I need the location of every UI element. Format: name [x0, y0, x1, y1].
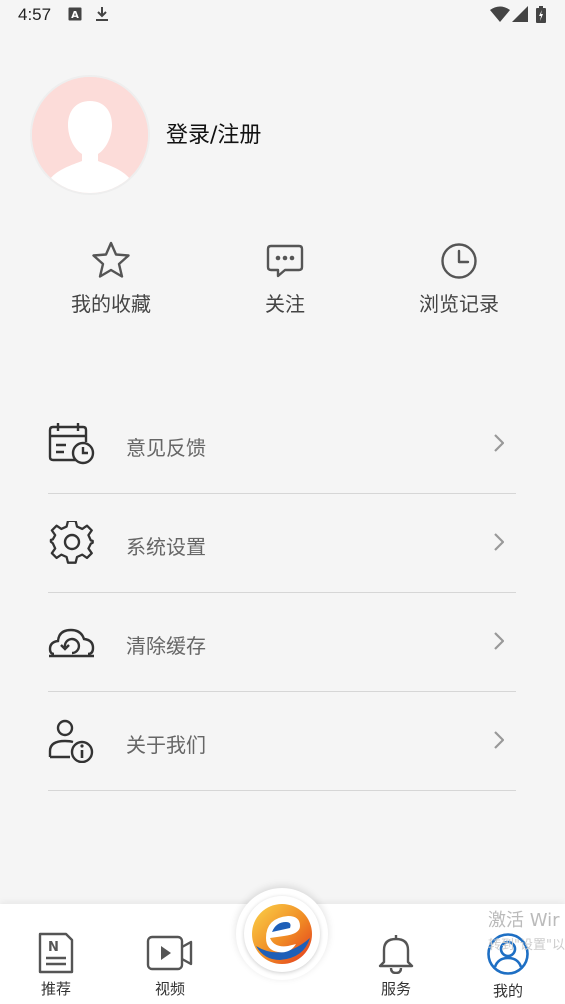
- svg-text:A: A: [71, 10, 79, 21]
- chevron-right-icon: [494, 434, 505, 456]
- tab-service[interactable]: 服务: [356, 932, 436, 999]
- menu-item-label: 清除缓存: [126, 634, 206, 658]
- center-logo: [244, 896, 320, 972]
- battery-icon: [536, 6, 546, 27]
- center-home-button[interactable]: [236, 888, 328, 980]
- chat-bubble-icon: [266, 244, 304, 278]
- text-a-icon: A: [68, 6, 82, 25]
- signal-icon: [512, 6, 528, 26]
- bottom-tab-bar: N 推荐 视频 服务 我的: [0, 888, 565, 1004]
- menu-item-clear-cache[interactable]: 清除缓存: [48, 593, 516, 692]
- tab-label: 推荐: [40, 980, 71, 998]
- favorites-button[interactable]: 我的收藏: [41, 240, 181, 317]
- menu-item-label: 意见反馈: [126, 436, 206, 460]
- video-icon: [146, 935, 193, 971]
- news-icon: N: [38, 932, 74, 974]
- wifi-icon: [490, 6, 510, 26]
- menu-item-about-us[interactable]: 关于我们: [48, 692, 516, 791]
- quick-actions: 我的收藏 关注 浏览记录: [0, 240, 565, 330]
- tab-label: 服务: [380, 980, 411, 998]
- clock-icon: [441, 243, 477, 279]
- activation-watermark: 激活 Wir: [488, 910, 560, 931]
- status-time: 4:57: [18, 5, 52, 24]
- history-button[interactable]: 浏览记录: [389, 240, 529, 317]
- status-bar: 4:57 A: [0, 0, 565, 32]
- chevron-right-icon: [494, 533, 505, 555]
- user-silhouette-icon: [32, 77, 148, 193]
- user-info-icon: [48, 719, 96, 764]
- menu-item-system-settings[interactable]: 系统设置: [48, 494, 516, 593]
- favorites-label: 我的收藏: [71, 292, 151, 316]
- settings-menu: 意见反馈 系统设置 清除缓存 关于我们: [48, 395, 516, 791]
- follow-label: 关注: [265, 292, 305, 316]
- star-icon: [92, 241, 130, 278]
- menu-item-label: 系统设置: [126, 535, 206, 559]
- follow-button[interactable]: 关注: [215, 240, 355, 317]
- cloud-refresh-icon: [48, 620, 96, 664]
- bell-icon: [378, 935, 414, 974]
- gear-icon: [48, 519, 96, 565]
- app-logo-icon: [252, 904, 312, 964]
- tab-video[interactable]: 视频: [130, 932, 210, 999]
- menu-item-feedback[interactable]: 意见反馈: [48, 395, 516, 494]
- profile-header: 登录/注册: [30, 75, 530, 195]
- tab-label: 视频: [154, 980, 185, 998]
- calendar-clock-icon: [48, 422, 96, 466]
- history-label: 浏览记录: [419, 292, 499, 316]
- activation-watermark-sub: 转到"设置"以: [488, 938, 565, 953]
- chevron-right-icon: [494, 731, 505, 753]
- tab-label: 我的: [492, 982, 523, 1000]
- avatar[interactable]: [30, 75, 150, 195]
- chevron-right-icon: [494, 632, 505, 654]
- menu-item-label: 关于我们: [126, 733, 206, 757]
- tab-recommend[interactable]: N 推荐: [16, 932, 96, 999]
- login-register-link[interactable]: 登录/注册: [166, 117, 261, 149]
- download-icon: [95, 6, 109, 26]
- svg-text:N: N: [48, 940, 59, 955]
